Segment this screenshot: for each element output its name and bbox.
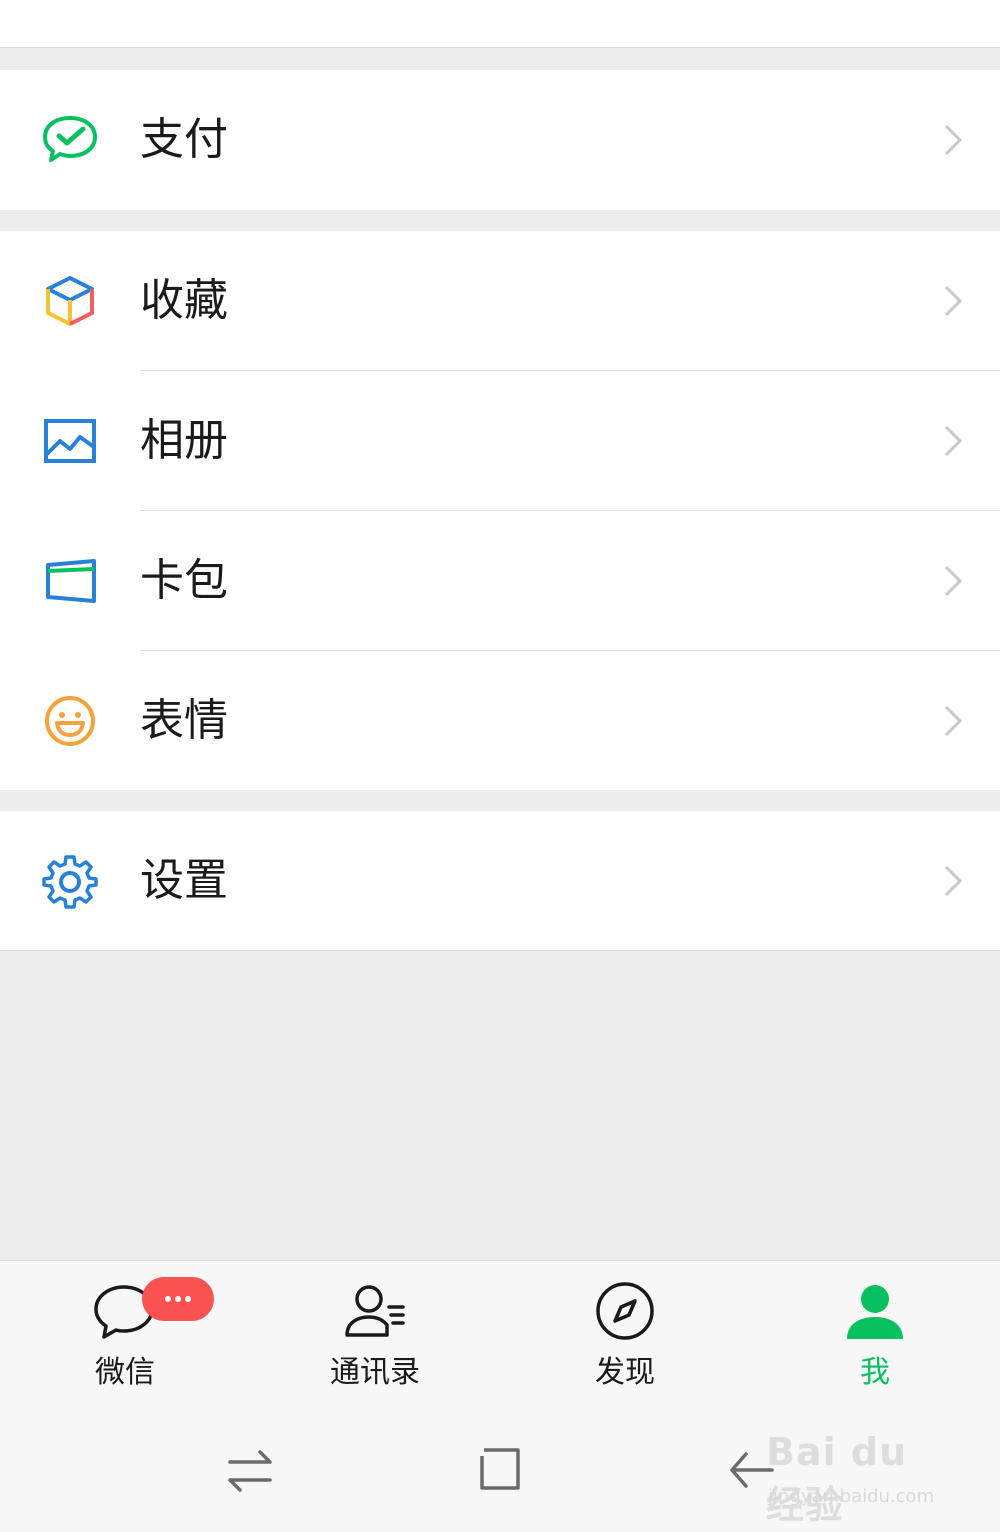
menu-item-pay[interactable]: 支付 — [0, 70, 1000, 210]
profile-header-strip — [0, 0, 1000, 48]
watermark-sub-text: jingyan.baidu.com — [768, 1486, 935, 1507]
tab-chats[interactable]: 微信 — [0, 1261, 250, 1411]
baidu-watermark: Bai du 经验 jingyan.baidu.com — [760, 1420, 960, 1527]
tab-label-me: 我 — [860, 1355, 890, 1390]
unread-badge — [142, 1277, 214, 1321]
home-icon[interactable] — [470, 1440, 530, 1500]
tab-me[interactable]: 我 — [750, 1261, 1000, 1411]
services-group: 收藏 相册 卡包 表情 — [0, 231, 1000, 790]
watermark-main-text: Bai du 经验 — [766, 1430, 908, 1527]
menu-label-settings: 设置 — [140, 855, 228, 906]
album-picture-icon — [44, 419, 96, 463]
tab-label-chats: 微信 — [95, 1355, 155, 1390]
menu-label-cards: 卡包 — [140, 555, 228, 606]
compass-icon — [596, 1282, 654, 1340]
menu-label-album: 相册 — [140, 415, 228, 466]
menu-label-favorites: 收藏 — [140, 275, 228, 326]
tab-discover[interactable]: 发现 — [500, 1261, 750, 1411]
tab-label-contacts: 通讯录 — [330, 1355, 420, 1390]
menu-item-settings[interactable]: 设置 — [0, 811, 1000, 951]
chevron-right-icon — [944, 565, 963, 597]
card-wallet-icon — [46, 559, 96, 603]
gear-icon — [42, 855, 98, 909]
menu-item-cards[interactable]: 卡包 — [0, 511, 1000, 651]
bottom-tab-bar: 微信 通讯录 发现 我 — [0, 1260, 1000, 1410]
me-person-icon — [847, 1285, 903, 1339]
menu-item-stickers[interactable]: 表情 — [0, 651, 1000, 791]
chevron-right-icon — [944, 865, 963, 897]
pay-group: 支付 — [0, 70, 1000, 210]
wechat-me-page: 支付 收藏 相册 卡包 表情 设置 微信 通讯录 发现 我 Bai du 经验 … — [0, 0, 1000, 1532]
recent-apps-icon[interactable] — [220, 1440, 280, 1500]
menu-label-stickers: 表情 — [140, 695, 228, 746]
chevron-right-icon — [944, 124, 963, 156]
tab-contacts[interactable]: 通讯录 — [250, 1261, 500, 1411]
favorites-cube-icon — [46, 276, 94, 326]
chevron-right-icon — [944, 705, 963, 737]
chevron-right-icon — [944, 425, 963, 457]
tab-label-discover: 发现 — [595, 1355, 655, 1390]
smiley-face-icon — [45, 696, 95, 746]
menu-label-pay: 支付 — [140, 114, 228, 165]
pay-icon — [43, 116, 97, 162]
contacts-person-icon — [345, 1285, 405, 1337]
menu-item-album[interactable]: 相册 — [0, 371, 1000, 511]
menu-item-favorites[interactable]: 收藏 — [0, 231, 1000, 371]
settings-group: 设置 — [0, 811, 1000, 951]
more-dots-icon — [165, 1296, 191, 1302]
chevron-right-icon — [944, 285, 963, 317]
